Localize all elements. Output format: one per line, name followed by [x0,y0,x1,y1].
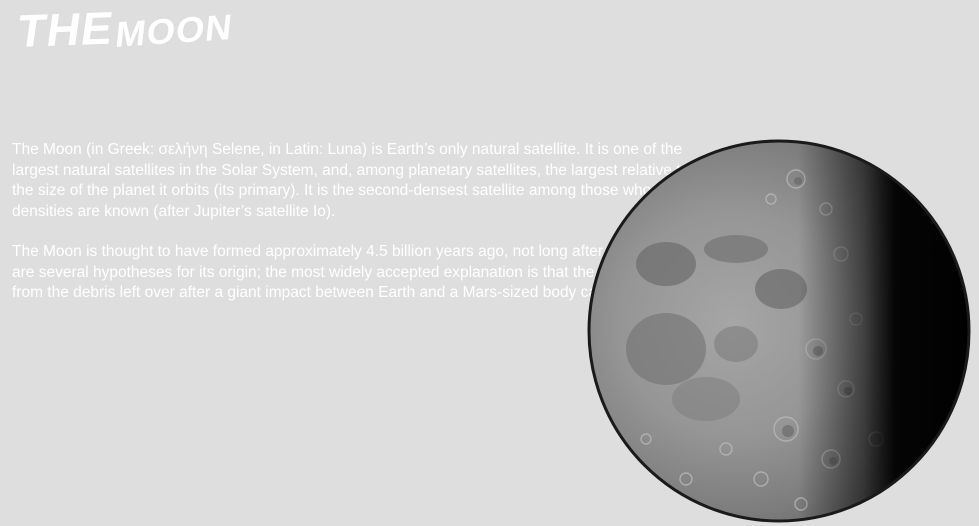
title-moon: MOON [113,6,235,56]
title-the: THE [14,1,118,58]
page-title: THEMOON [14,1,239,58]
moon-image [586,139,972,524]
moon-photo-icon [587,139,971,523]
